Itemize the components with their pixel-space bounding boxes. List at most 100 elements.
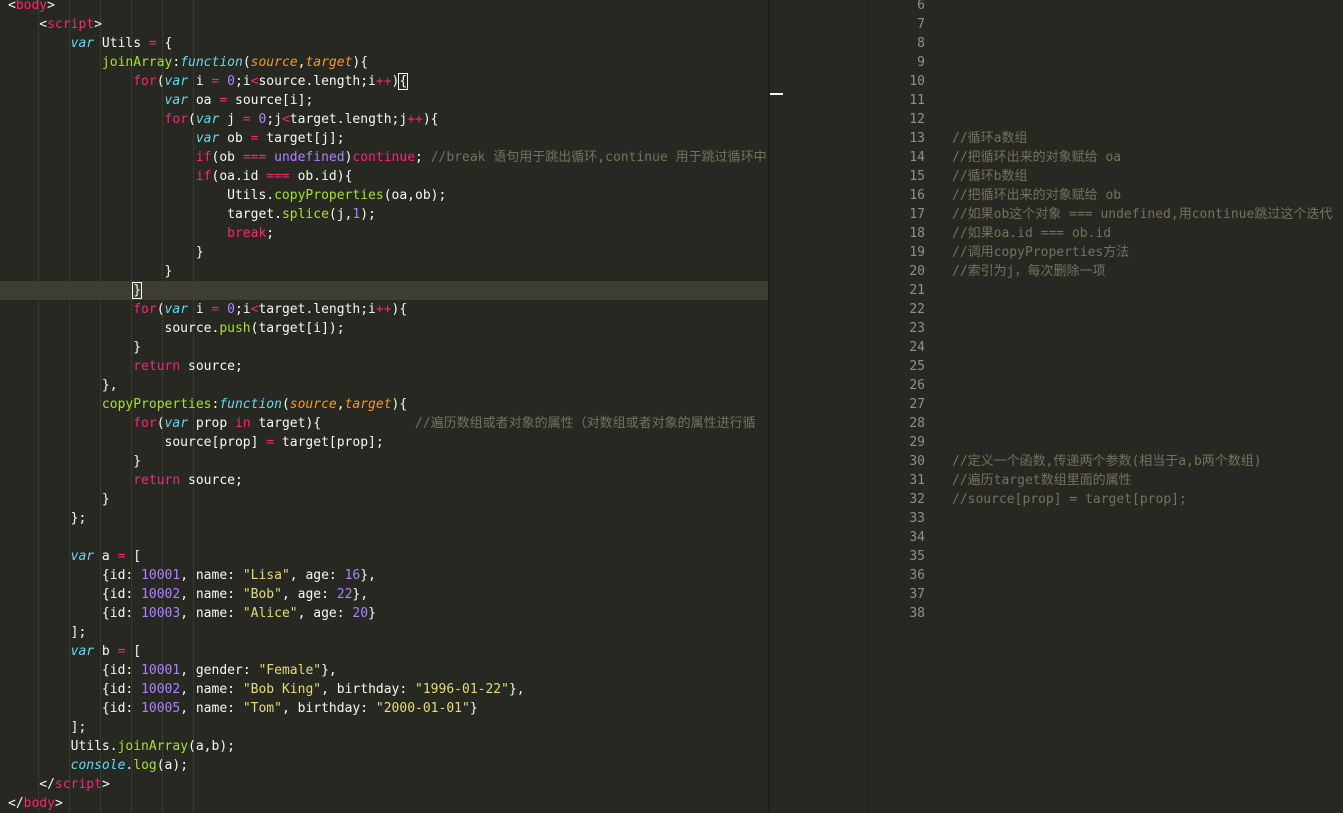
- code-token: },: [508, 682, 525, 697]
- code-line[interactable]: }: [0, 452, 770, 471]
- comment-line[interactable]: //把循环出来的对象赋给 oa: [952, 148, 1121, 167]
- code-line[interactable]: for(var i = 0;i<source.length;i++){: [0, 72, 770, 91]
- code-line[interactable]: var ob = target[j];: [0, 129, 770, 148]
- code-line[interactable]: return source;: [0, 471, 770, 490]
- line-number: 27: [909, 397, 925, 412]
- code-token: ){: [391, 397, 408, 412]
- code-line[interactable]: var b = [: [0, 642, 770, 661]
- code-line[interactable]: }: [0, 281, 770, 300]
- code-line[interactable]: ];: [0, 718, 770, 737]
- code-line[interactable]: break;: [0, 224, 770, 243]
- code-token: (target[i]);: [250, 321, 345, 336]
- code-token: source[i];: [227, 93, 314, 108]
- comment-line[interactable]: //遍历target数组里面的属性: [952, 471, 1132, 490]
- code-line[interactable]: Utils.copyProperties(oa,ob);: [0, 186, 770, 205]
- code-line[interactable]: {id: 10005, name: "Tom", birthday: "2000…: [0, 699, 770, 718]
- comment-line[interactable]: //调用copyProperties方法: [952, 243, 1129, 262]
- code-token: if: [195, 150, 212, 165]
- code-line[interactable]: }: [0, 243, 770, 262]
- code-line[interactable]: copyProperties:function(source,target){: [0, 395, 770, 414]
- code-token: return: [133, 359, 181, 374]
- code-token: , birthday:: [321, 682, 416, 697]
- code-token: , name:: [180, 606, 243, 621]
- code-token: target.: [8, 207, 282, 222]
- code-token: (a,b);: [188, 739, 235, 754]
- comment-line[interactable]: //循环a数组: [952, 129, 1027, 148]
- code-line[interactable]: ];: [0, 623, 770, 642]
- line-number: 34: [909, 530, 925, 545]
- code-line[interactable]: <body>: [0, 0, 770, 15]
- code-token: 10001: [141, 663, 181, 678]
- code-token: );: [360, 207, 376, 222]
- code-line[interactable]: }: [0, 490, 770, 509]
- comment-line[interactable]: //循环b数组: [952, 167, 1027, 186]
- code-line[interactable]: {id: 10002, name: "Bob", age: 22},: [0, 585, 770, 604]
- code-token: (: [242, 55, 251, 70]
- code-line[interactable]: var a = [: [0, 547, 770, 566]
- comment-line[interactable]: //source[prop] = target[prop];: [952, 490, 1187, 509]
- comment-line[interactable]: //把循环出来的对象赋给 ob: [952, 186, 1121, 205]
- code-line[interactable]: var oa = source[i];: [0, 91, 770, 110]
- code-token: oa: [188, 93, 220, 108]
- code-token: joinArray: [101, 55, 173, 70]
- code-line[interactable]: console.log(a);: [0, 756, 770, 775]
- code-line[interactable]: for(var prop in target){ //遍历数组或者对象的属性（对…: [0, 414, 770, 433]
- code-token: , name:: [180, 587, 243, 602]
- code-line[interactable]: for(var j = 0;j<target.length;j++){: [0, 110, 770, 129]
- code-token: ;j: [266, 112, 282, 127]
- code-line[interactable]: source.push(target[i]);: [0, 319, 770, 338]
- code-line[interactable]: for(var i = 0;i<target.length;i++){: [0, 300, 770, 319]
- code-line[interactable]: target.splice(j,1);: [0, 205, 770, 224]
- code-line[interactable]: Utils.joinArray(a,b);: [0, 737, 770, 756]
- code-token: ob.id){: [289, 169, 353, 184]
- code-token: [: [125, 549, 142, 564]
- code-line[interactable]: joinArray:function(source,target){: [0, 53, 770, 72]
- code-line[interactable]: return source;: [0, 357, 770, 376]
- code-token: source;: [180, 359, 243, 374]
- code-token: >: [94, 17, 102, 32]
- code-token: var: [195, 131, 220, 146]
- code-line[interactable]: if(ob === undefined)continue; //break 语句…: [0, 148, 770, 167]
- code-token: 16: [344, 568, 361, 583]
- code-token: for: [133, 302, 157, 317]
- code-token: target: [344, 397, 392, 412]
- code-line[interactable]: {id: 10001, name: "Lisa", age: 16},: [0, 566, 770, 585]
- code-line[interactable]: var Utils = {: [0, 34, 770, 53]
- comment-line[interactable]: //如果ob这个对象 === undefined,用continue跳过这个迭代: [952, 205, 1332, 224]
- code-line[interactable]: <script>: [0, 15, 770, 34]
- code-line[interactable]: source[prop] = target[prop];: [0, 433, 770, 452]
- code-line[interactable]: {id: 10003, name: "Alice", age: 20}: [0, 604, 770, 623]
- code-token: {id:: [8, 606, 142, 621]
- line-number: 33: [909, 511, 925, 526]
- code-line[interactable]: {id: 10002, name: "Bob King", birthday: …: [0, 680, 770, 699]
- code-line[interactable]: }: [0, 262, 770, 281]
- code-token: splice: [281, 207, 329, 222]
- code-line[interactable]: </body>: [0, 794, 770, 813]
- code-editor-right-pane[interactable]: 6 7 8 9 10 11 12 13 //循环a数组 14 //把循环出来的对象赋给 oa 15 //…: [869, 0, 1343, 813]
- code-token: //break 语句用于跳出循环,continue 用于跳过循环中: [430, 150, 767, 165]
- code-line[interactable]: [0, 528, 770, 547]
- code-token: for: [133, 416, 157, 431]
- comment-line[interactable]: //定义一个函数,传递两个参数(相当于a,b两个数组): [952, 452, 1262, 471]
- code-line[interactable]: {id: 10001, gender: "Female"},: [0, 661, 770, 680]
- code-token: {id:: [8, 682, 142, 697]
- code-line[interactable]: if(oa.id === ob.id){: [0, 167, 770, 186]
- code-line[interactable]: };: [0, 509, 770, 528]
- code-token: <: [8, 17, 48, 32]
- code-token: var: [164, 416, 189, 431]
- comment-line[interactable]: //如果oa.id === ob.id: [952, 224, 1111, 243]
- code-editor-left-pane[interactable]: <body> <script> var Utils = { joinArray:…: [0, 0, 770, 813]
- code-token: for: [164, 112, 189, 127]
- code-token: , gender:: [180, 663, 259, 678]
- code-token: , name:: [180, 568, 243, 583]
- comment-line[interactable]: //索引为j，每次删除一项: [952, 262, 1105, 281]
- code-token: target[j];: [258, 131, 345, 146]
- code-line[interactable]: </script>: [0, 775, 770, 794]
- code-line[interactable]: }: [0, 338, 770, 357]
- code-line[interactable]: },: [0, 376, 770, 395]
